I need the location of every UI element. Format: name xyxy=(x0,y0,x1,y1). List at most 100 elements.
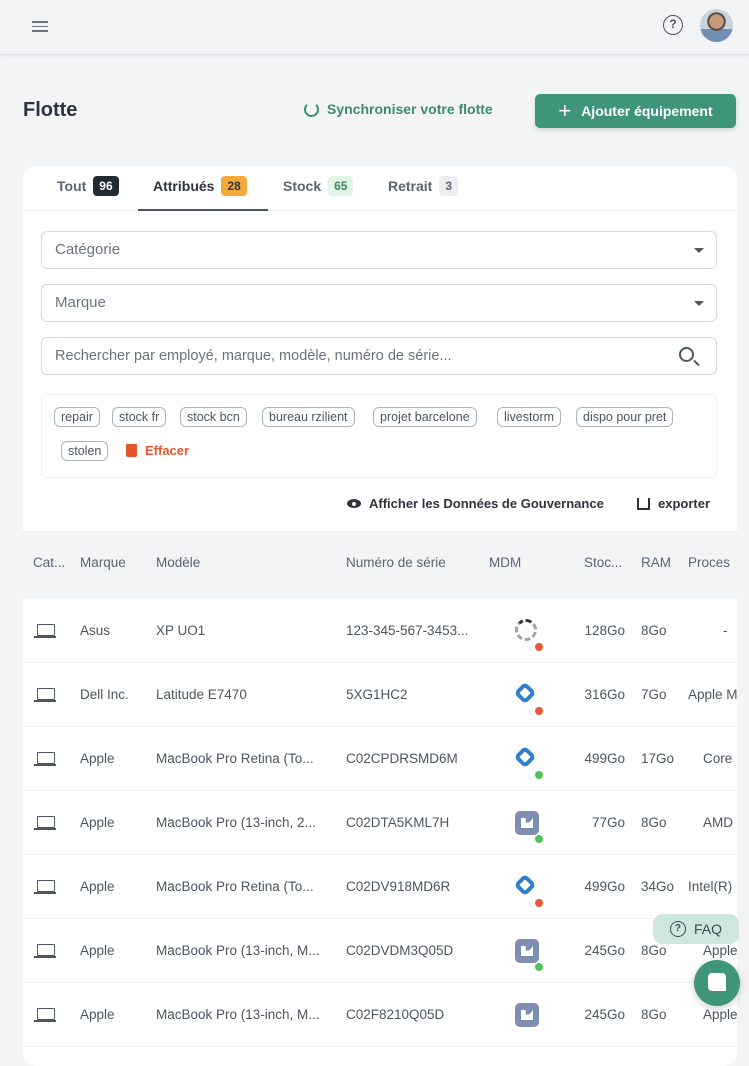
serial-cell: C02F8210Q05D xyxy=(346,1007,445,1022)
search-icon[interactable] xyxy=(679,347,694,362)
mdm-status-dot xyxy=(535,707,543,715)
brand-cell: Apple xyxy=(80,879,115,894)
chat-icon[interactable] xyxy=(694,960,740,1006)
clear-label: Effacer xyxy=(145,443,190,458)
column-header[interactable]: Proces xyxy=(688,555,730,570)
active-tab-indicator xyxy=(138,209,268,211)
mdm-jamf-icon xyxy=(515,939,543,971)
mdm-loading-icon xyxy=(515,619,543,651)
column-header[interactable]: RAM xyxy=(641,555,671,570)
menu-icon[interactable] xyxy=(32,18,48,32)
serial-cell: 123-345-567-3453... xyxy=(346,623,469,638)
ram-cell: 8Go xyxy=(641,815,667,830)
column-header[interactable]: Marque xyxy=(80,555,126,570)
column-header[interactable]: Numéro de série xyxy=(346,555,446,570)
model-cell: MacBook Pro Retina (To... xyxy=(156,879,314,894)
avatar[interactable] xyxy=(700,9,733,42)
serial-cell: 5XG1HC2 xyxy=(346,687,408,702)
tag-chip[interactable]: repair xyxy=(54,407,100,427)
sync-label: Synchroniser votre flotte xyxy=(327,101,493,117)
brand-cell: Apple xyxy=(80,815,115,830)
column-header[interactable]: Stoc... xyxy=(584,555,622,570)
chevron-down-icon xyxy=(694,248,704,258)
governance-toggle[interactable]: Afficher les Données de Gouvernance xyxy=(347,496,604,511)
tab-label: Tout xyxy=(57,178,87,194)
processor-cell: Apple M xyxy=(688,687,737,702)
tag-chip[interactable]: livestorm xyxy=(497,407,562,427)
download-icon xyxy=(637,497,650,510)
sync-fleet-button[interactable]: Synchroniser votre flotte xyxy=(304,101,493,117)
table-row[interactable]: Apple MacBook Pro (13-inch, M... C02F821… xyxy=(23,983,737,1047)
tab-label: Attribués xyxy=(153,178,215,194)
mdm-status-dot xyxy=(535,771,543,779)
category-select[interactable]: Catégorie xyxy=(41,231,717,269)
ram-cell: 8Go xyxy=(641,1007,667,1022)
brand-cell: Dell Inc. xyxy=(80,687,129,702)
add-equipment-button[interactable]: + Ajouter équipement xyxy=(535,94,736,128)
table-row[interactable]: Apple MacBook Pro Retina (To... C02DV918… xyxy=(23,855,737,919)
tab-label: Stock xyxy=(283,178,322,194)
table-row[interactable]: Apple MacBook Pro (13-inch, M... C02DVDM… xyxy=(23,919,737,983)
top-bar: ? xyxy=(0,0,749,55)
storage-cell: 128Go xyxy=(584,623,625,638)
serial-cell: C02DTA5KML7H xyxy=(346,815,450,830)
table-row[interactable]: Apple MacBook Pro Retina (To... C02CPDRS… xyxy=(23,727,737,791)
table-row[interactable]: Dell Inc. Latitude E7470 5XG1HC2 316Go 7… xyxy=(23,663,737,727)
export-button[interactable]: exporter xyxy=(637,496,710,511)
mdm-hexnode-icon xyxy=(513,745,543,779)
tab-2[interactable]: Stock 65 xyxy=(283,174,354,198)
search-input[interactable]: Rechercher par employé, marque, modèle, … xyxy=(41,337,717,375)
tab-label: Retrait xyxy=(388,178,433,194)
laptop-icon xyxy=(34,816,56,830)
model-cell: XP UO1 xyxy=(156,623,206,638)
column-header[interactable]: Modèle xyxy=(156,555,200,570)
faq-button[interactable]: ? FAQ xyxy=(653,914,739,944)
processor-cell: Apple xyxy=(703,943,737,958)
brand-select[interactable]: Marque xyxy=(41,284,717,322)
brand-cell: Apple xyxy=(80,1007,115,1022)
page-title: Flotte xyxy=(23,99,78,121)
mdm-status-dot xyxy=(535,643,543,651)
brand-cell: Apple xyxy=(80,751,115,766)
tag-chip[interactable]: stock bcn xyxy=(180,407,247,427)
tag-chip[interactable]: bureau rzilient xyxy=(262,407,355,427)
tag-chip[interactable]: projet barcelone xyxy=(373,407,477,427)
ram-cell: 17Go xyxy=(641,751,675,766)
mdm-jamf-icon xyxy=(515,1003,539,1027)
mdm-jamf-icon xyxy=(515,811,543,843)
processor-cell: AMD E xyxy=(703,815,737,830)
mdm-status-dot xyxy=(535,963,543,971)
table-header: Cat... Marque Modèle Numéro de série MDM Stoc… xyxy=(23,531,737,599)
storage-cell: 77Go xyxy=(591,815,625,830)
table-row[interactable]: Asus XP UO1 123-345-567-3453... 128Go 8G… xyxy=(23,599,737,663)
refresh-icon xyxy=(304,101,319,117)
mdm-hexnode-icon xyxy=(513,873,543,907)
tab-count-badge: 65 xyxy=(328,176,354,196)
model-cell: MacBook Pro (13-inch, M... xyxy=(156,1007,320,1022)
brand-placeholder: Marque xyxy=(55,294,106,311)
clear-tags-button[interactable]: Effacer xyxy=(126,443,189,458)
column-header[interactable]: Cat... xyxy=(33,555,65,570)
tab-3[interactable]: Retrait 3 xyxy=(388,174,459,198)
table-row[interactable]: Apple MacBook Pro (13-inch, 2... C02DTA5… xyxy=(23,791,737,855)
trash-icon xyxy=(126,444,137,457)
add-label: Ajouter équipement xyxy=(581,103,713,119)
ram-cell: 34Go xyxy=(641,879,675,894)
column-header[interactable]: MDM xyxy=(489,555,521,570)
tag-chip[interactable]: dispo pour pret xyxy=(576,407,674,427)
tag-chip[interactable]: stolen xyxy=(61,441,109,461)
help-icon[interactable]: ? xyxy=(663,15,683,35)
tag-chip[interactable]: stock fr xyxy=(112,407,167,427)
mdm-status-dot xyxy=(535,899,543,907)
serial-cell: C02DV918MD6R xyxy=(346,879,451,894)
fleet-card: Tout 96 Attribués 28 Stock 65 Retrait 3 Catégor… xyxy=(23,166,737,1066)
tab-1[interactable]: Attribués 28 xyxy=(153,174,247,198)
model-cell: MacBook Pro (13-inch, M... xyxy=(156,943,320,958)
laptop-icon xyxy=(34,880,56,894)
eye-icon xyxy=(347,499,361,508)
serial-cell: C02DVDM3Q05D xyxy=(346,943,454,958)
export-label: exporter xyxy=(658,496,711,511)
tab-0[interactable]: Tout 96 xyxy=(57,174,119,198)
faq-label: FAQ xyxy=(693,921,722,937)
mdm-hexnode-icon xyxy=(513,681,543,715)
